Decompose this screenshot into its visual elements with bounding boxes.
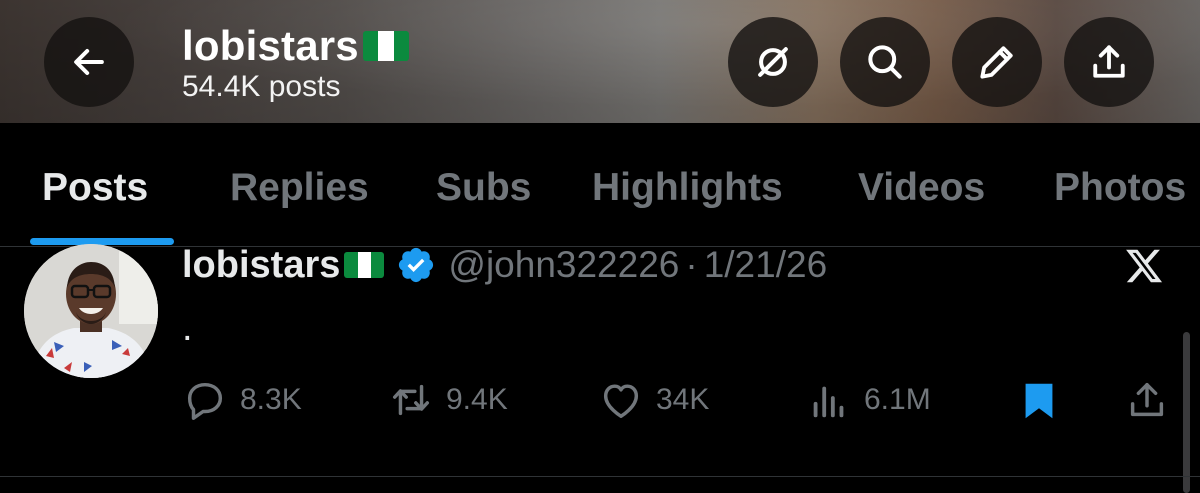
arrow-left-icon [74,48,104,76]
avatar[interactable] [24,244,158,378]
grok-button[interactable] [728,17,818,107]
bookmark-button[interactable] [1016,372,1062,428]
header-title-block: lobistars 54.4K posts [182,22,409,104]
like-button[interactable]: 34K [598,372,709,428]
post-date[interactable]: 1/21/26 [704,244,827,286]
header-name-text: lobistars [182,22,359,69]
like-count: 34K [656,383,710,416]
repost-count: 9.4K [446,383,508,416]
post-author-name[interactable]: lobistars [182,244,340,287]
tab-videos[interactable]: Videos [858,165,985,211]
tab-subs[interactable]: Subs [436,165,531,211]
tab-photos[interactable]: Photos [1054,165,1186,211]
profile-tabs: Posts Replies Subs Highlights Videos Pho… [0,123,1200,247]
post-handle[interactable]: @john322226 [448,244,679,286]
post-meta-separator: · [685,244,698,285]
search-button[interactable] [840,17,930,107]
views-button[interactable]: 6.1M [806,372,931,428]
reply-icon [187,382,223,420]
share-upload-icon [1093,45,1125,78]
compose-button[interactable] [952,17,1042,107]
search-icon [868,45,902,79]
nigeria-flag-icon [344,252,385,278]
tab-posts[interactable]: Posts [42,165,148,211]
post-actions: 8.3K 9.4K 34K 6.1M [0,372,1200,428]
back-button[interactable] [44,17,134,107]
pencil-icon [980,46,1013,79]
views-count: 6.1M [864,383,931,416]
post-text: . [182,307,193,349]
verified-badge-icon [399,247,434,283]
nigeria-flag-icon [362,31,409,61]
scrollbar[interactable] [1183,332,1190,493]
post-divider [0,476,1200,477]
share-profile-button[interactable] [1064,17,1154,107]
heart-icon [603,384,639,419]
avatar-image [24,244,158,378]
profile-header: lobistars 54.4K posts [0,0,1200,123]
tab-replies[interactable]: Replies [230,165,369,211]
repost-button[interactable]: 9.4K [388,372,508,428]
header-post-count: 54.4K posts [182,70,341,103]
share-post-button[interactable] [1124,372,1170,428]
tab-highlights[interactable]: Highlights [592,165,783,211]
bookmark-filled-icon [1025,383,1053,419]
share-upload-icon [1130,382,1164,417]
x-logo-icon [1126,249,1163,283]
header-profile-name: lobistars [182,22,409,70]
reply-button[interactable]: 8.3K [182,372,302,428]
views-chart-icon [813,386,844,418]
reply-count: 8.3K [240,383,302,416]
repost-icon [392,384,430,416]
post-header: lobistars @john322226 · 1/21/26 [182,240,827,290]
grok-icon [758,47,788,77]
